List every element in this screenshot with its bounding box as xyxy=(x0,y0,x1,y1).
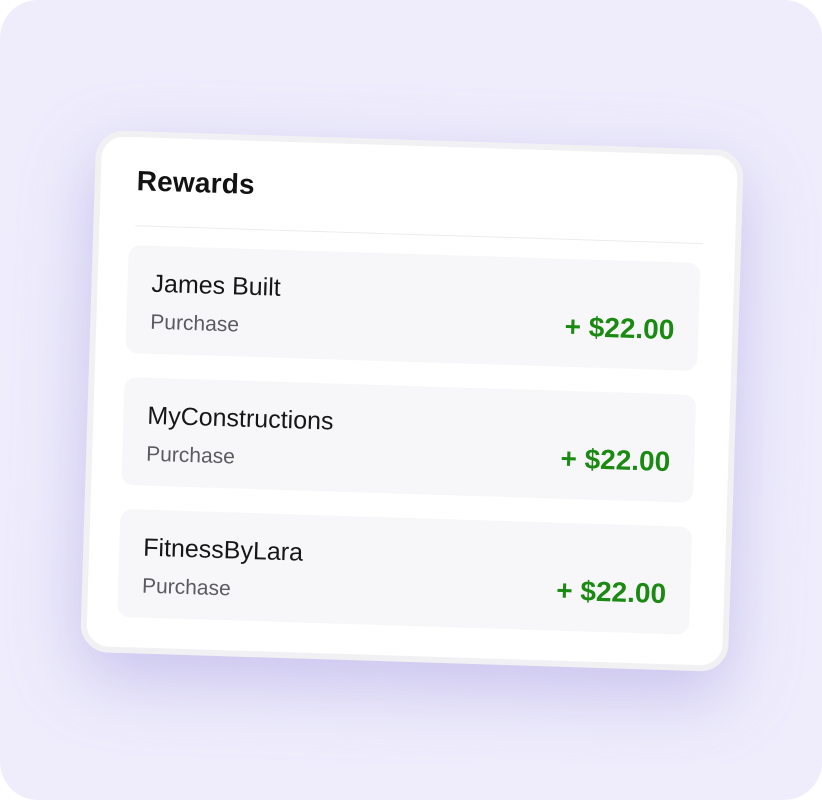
rewards-list: James Built Purchase + $22.00 MyConstruc… xyxy=(116,245,701,659)
reward-item[interactable]: FitnessByLara Purchase + $22.00 xyxy=(117,508,693,635)
rewards-card: Rewards James Built Purchase + $22.00 My… xyxy=(79,129,745,673)
reward-item-name: FitnessByLara xyxy=(142,533,304,567)
reward-item-amount: + $22.00 xyxy=(555,574,667,610)
reward-item-type: Purchase xyxy=(141,574,232,601)
reward-item-amount: + $22.00 xyxy=(564,310,675,346)
rewards-title: Rewards xyxy=(136,165,256,200)
reward-item-name: MyConstructions xyxy=(146,401,334,436)
reward-item[interactable]: James Built Purchase + $22.00 xyxy=(125,245,701,371)
reward-item-type: Purchase xyxy=(149,310,240,337)
reward-item-name: James Built xyxy=(151,269,282,302)
reward-item[interactable]: MyConstructions Purchase + $22.00 xyxy=(121,376,697,503)
divider xyxy=(135,225,704,245)
background-panel: Rewards James Built Purchase + $22.00 My… xyxy=(0,0,822,800)
reward-item-amount: + $22.00 xyxy=(560,442,671,478)
reward-item-type: Purchase xyxy=(145,442,236,469)
